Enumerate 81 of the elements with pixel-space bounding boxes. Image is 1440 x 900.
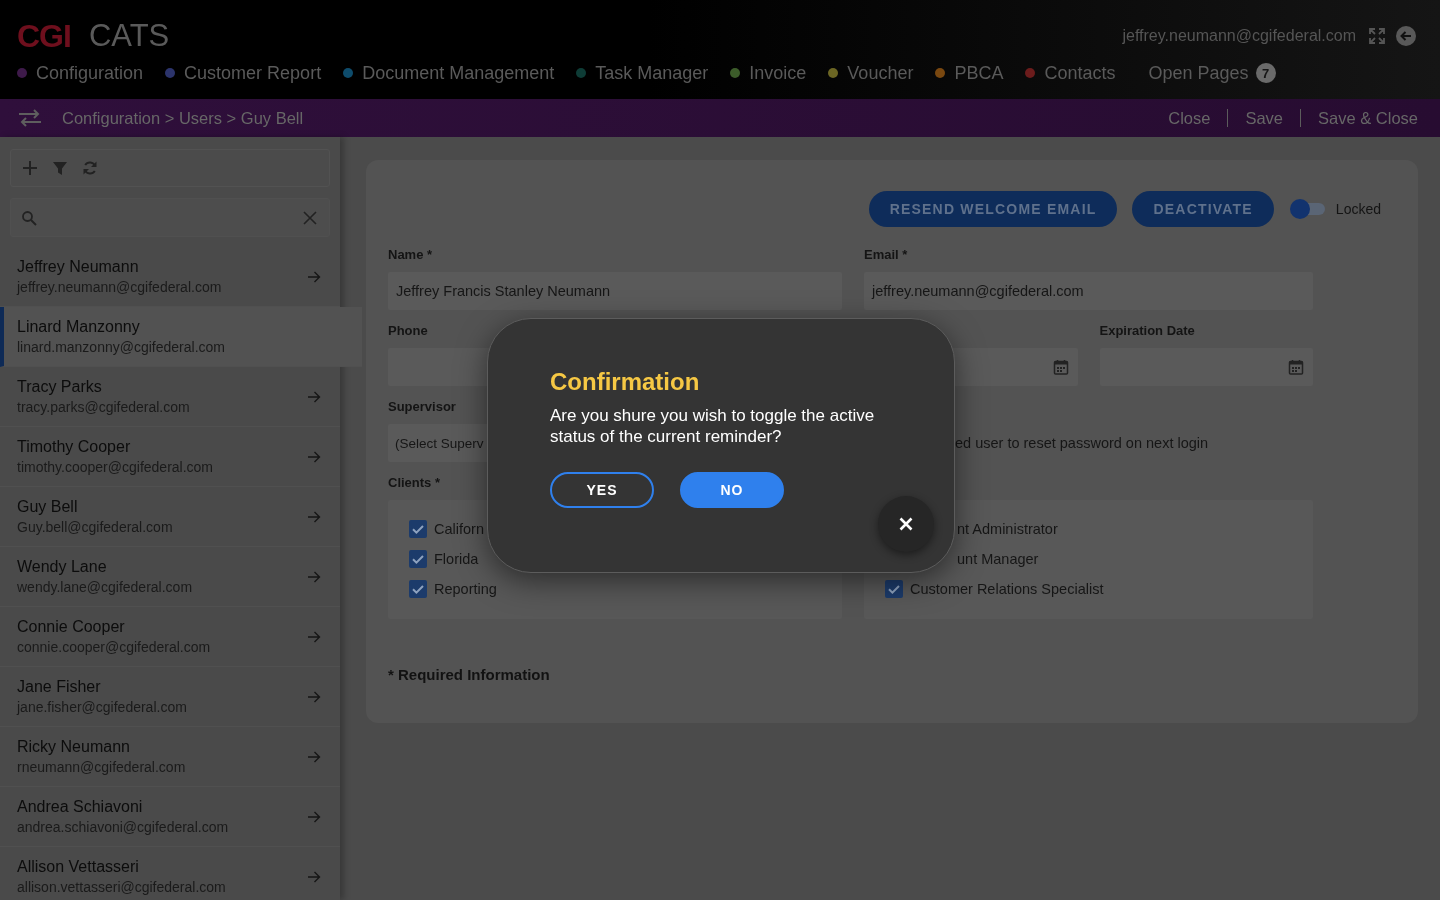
app-title: CATS xyxy=(88,18,170,54)
checkbox-label: Reporting xyxy=(434,581,497,597)
nav-link[interactable]: Document Management xyxy=(343,62,555,84)
open-pages-button[interactable]: Open Pages 7 xyxy=(1148,62,1276,84)
field-label: Clients * xyxy=(388,474,440,492)
arrow-right-icon xyxy=(307,629,321,644)
user-name: Linard Manzonny xyxy=(17,317,140,336)
field-label: Expiration Date xyxy=(1099,322,1195,340)
checkbox[interactable] xyxy=(409,580,427,598)
dialog-title: Confirmation xyxy=(550,367,700,397)
checkbox-label: nt Administrator xyxy=(957,521,1058,537)
filter-icon[interactable] xyxy=(52,160,68,176)
user-email: jeffrey.neumann@cgifederal.com xyxy=(1122,27,1356,45)
date-field[interactable] xyxy=(1099,348,1313,386)
arrow-right-icon xyxy=(307,509,321,524)
expand-icon[interactable] xyxy=(1368,27,1386,45)
swap-icon[interactable] xyxy=(18,108,42,128)
search-icon xyxy=(21,209,37,226)
checkbox[interactable] xyxy=(409,520,427,538)
resend-email-button[interactable]: RESEND WELCOME EMAIL xyxy=(868,191,1118,227)
required-note: * Required Information xyxy=(388,665,550,685)
arrow-right-icon xyxy=(307,869,321,884)
close-button[interactable] xyxy=(878,496,934,552)
refresh-icon[interactable] xyxy=(82,160,98,176)
toggle-label: Locked xyxy=(1335,201,1381,217)
field-label: Phone xyxy=(388,322,428,340)
checkbox[interactable] xyxy=(885,580,903,598)
logo-text: CGI xyxy=(17,18,71,54)
breadcrumb: Configuration > Users > Guy Bell xyxy=(62,108,304,128)
user-name: Guy Bell xyxy=(17,497,78,516)
arrow-right-icon xyxy=(307,809,321,824)
nav-link[interactable]: Invoice xyxy=(730,62,807,84)
arrow-right-icon xyxy=(307,689,321,704)
add-icon[interactable] xyxy=(22,160,38,176)
user-name: Tracy Parks xyxy=(17,377,102,396)
name-field[interactable]: Jeffrey Francis Stanley Neumann xyxy=(388,272,842,310)
checkbox-label: unt Manager xyxy=(957,551,1039,567)
calendar-icon[interactable] xyxy=(1288,359,1304,375)
save-and-close-button[interactable]: Save & Close xyxy=(1318,108,1418,128)
calendar-icon[interactable] xyxy=(1052,359,1069,375)
count-badge: 7 xyxy=(1255,63,1276,83)
arrow-right-icon xyxy=(307,449,321,464)
checkbox-label: Florida xyxy=(434,551,479,567)
arrow-right-icon xyxy=(307,389,321,404)
search-field[interactable] xyxy=(10,198,330,237)
close-icon[interactable] xyxy=(303,210,317,225)
arrow-right-icon xyxy=(307,269,321,284)
arrow-right-icon xyxy=(307,749,321,764)
user-email: linard.manzonny@cgifederal.com xyxy=(17,339,225,356)
nav-link[interactable]: Voucher xyxy=(828,62,914,84)
field-label: Supervisor xyxy=(388,398,456,416)
user-name: Jeffrey Neumann xyxy=(17,257,139,276)
user-name: Andrea Schiavoni xyxy=(17,797,143,816)
checkbox[interactable] xyxy=(409,550,427,568)
no-button[interactable]: NO xyxy=(680,472,784,508)
checkbox-label: Californ xyxy=(434,521,484,537)
save-button[interactable]: Save xyxy=(1245,108,1284,128)
nav-link[interactable]: Task Manager xyxy=(576,62,709,84)
arrow-right-icon xyxy=(307,569,321,584)
email-field[interactable]: jeffrey.neumann@cgifederal.com xyxy=(864,272,1313,310)
user-list-item[interactable]: Linard Manzonny linard.manzonny@cgifederal.com xyxy=(0,307,362,367)
user-name: Wendy Lane xyxy=(17,557,107,576)
user-name: Connie Cooper xyxy=(17,617,125,636)
field-label: Name * xyxy=(388,246,433,264)
deactivate-button[interactable]: DEACTIVATE xyxy=(1132,191,1274,227)
dialog-message: Are you shure you wish to toggle the active status of the current reminder? xyxy=(550,405,876,447)
close-icon xyxy=(899,517,913,531)
nav-link[interactable]: Configuration xyxy=(17,62,144,84)
user-name: Allison Vettasseri xyxy=(17,857,139,876)
nav-link[interactable]: PBCA xyxy=(935,62,1004,84)
checkbox-label: ed user to reset password on next login xyxy=(955,435,1209,451)
checkbox-label: Customer Relations Specialist xyxy=(910,581,1104,597)
yes-button[interactable]: YES xyxy=(550,472,654,508)
user-name: Jane Fisher xyxy=(17,677,101,696)
nav-link[interactable]: Contacts xyxy=(1025,62,1116,84)
nav-link[interactable]: Customer Report xyxy=(165,62,322,84)
toggle-switch[interactable] xyxy=(1289,199,1325,219)
field-label: Email * xyxy=(864,246,908,264)
user-name: Ricky Neumann xyxy=(17,737,130,756)
user-name: Timothy Cooper xyxy=(17,437,131,456)
close-button[interactable]: Close xyxy=(1168,108,1211,128)
